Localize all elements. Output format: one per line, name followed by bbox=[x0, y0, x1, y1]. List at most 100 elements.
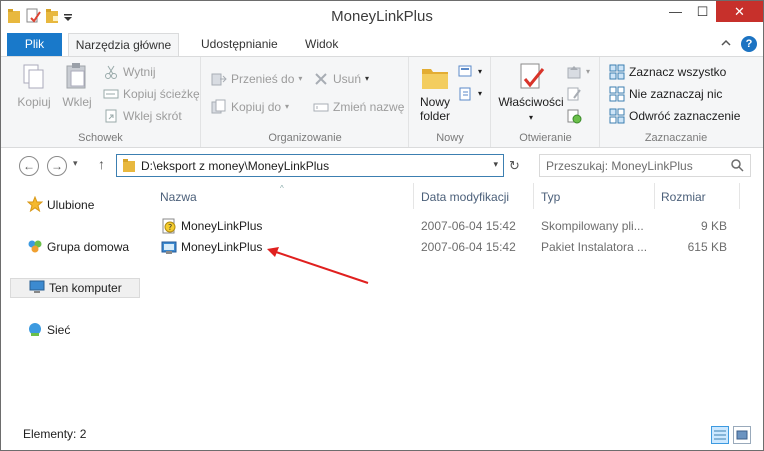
move-to-dropdown-icon: ▾ bbox=[298, 74, 303, 83]
tab-home[interactable]: Narzędzia główne bbox=[68, 33, 179, 56]
copy-to-button[interactable]: Kopiuj do ▾ bbox=[211, 97, 289, 117]
search-placeholder: Przeszukaj: MoneyLinkPlus bbox=[546, 159, 693, 173]
group-new: Nowy folder ▾ ▾ Nowy bbox=[410, 57, 491, 147]
window-title: MoneyLinkPlus bbox=[331, 8, 433, 25]
paste-shortcut-icon bbox=[103, 108, 119, 124]
new-item-button[interactable]: ▾ bbox=[458, 62, 482, 82]
ribbon: Kopiuj Wklej Wytnij Kopiuj ścieżkę Wklej… bbox=[1, 56, 763, 148]
large-icons-view-icon bbox=[736, 430, 748, 440]
group-clipboard: Kopiuj Wklej Wytnij Kopiuj ścieżkę Wklej… bbox=[1, 57, 201, 147]
select-none-icon bbox=[609, 86, 625, 102]
search-input[interactable]: Przeszukaj: MoneyLinkPlus bbox=[539, 154, 751, 177]
expand-ribbon-icon[interactable] bbox=[721, 37, 731, 51]
group-select-label: Zaznaczanie bbox=[644, 132, 708, 144]
nav-item-network[interactable]: Sieć bbox=[9, 320, 139, 340]
annotation-arrow bbox=[267, 247, 369, 284]
close-button[interactable]: ✕ bbox=[716, 1, 763, 22]
details-view-icon bbox=[714, 430, 726, 440]
navigation-pane: Ulubione Grupa domowa Ten komputer Sieć bbox=[1, 183, 141, 423]
explorer-window: MoneyLinkPlus — ☐ ✕ Plik Narzędzia główn… bbox=[0, 0, 764, 451]
group-open-label: Otwieranie bbox=[519, 132, 572, 144]
select-all-button[interactable]: Zaznacz wszystko bbox=[609, 62, 726, 82]
copy-path-label: Kopiuj ścieżkę bbox=[123, 87, 200, 101]
easy-access-button[interactable]: ▾ bbox=[458, 84, 482, 104]
address-path: D:\eksport z money\MoneyLinkPlus bbox=[141, 159, 330, 173]
back-button[interactable]: ← bbox=[19, 156, 39, 176]
delete-label: Usuń bbox=[333, 72, 362, 86]
homegroup-icon bbox=[27, 238, 43, 257]
group-select: Zaznacz wszystko Nie zaznaczaj nic Odwró… bbox=[601, 57, 751, 147]
nav-label-favorites: Ulubione bbox=[47, 198, 95, 212]
invert-selection-button[interactable]: Odwróć zaznaczenie bbox=[609, 106, 740, 126]
group-clipboard-label: Schowek bbox=[78, 132, 123, 144]
group-organize-label: Organizowanie bbox=[268, 132, 342, 144]
copy-icon bbox=[18, 61, 50, 93]
copy-to-label: Kopiuj do bbox=[231, 100, 282, 114]
history-button[interactable] bbox=[566, 106, 582, 126]
tab-share[interactable]: Udostępnianie bbox=[189, 33, 290, 56]
new-folder-label-line1: Nowy bbox=[419, 95, 450, 109]
rename-label: Zmień nazwę bbox=[333, 100, 405, 114]
edit-icon bbox=[566, 86, 582, 102]
delete-button[interactable]: Usuń ▾ bbox=[313, 69, 369, 89]
paste-label: Wklej bbox=[62, 95, 92, 109]
group-organize: Przenieś do ▾ Kopiuj do ▾ Usuń ▾ Zmień n… bbox=[202, 57, 409, 147]
forward-arrow-icon: → bbox=[51, 159, 63, 173]
refresh-icon[interactable]: ↻ bbox=[509, 158, 520, 174]
properties-large-icon bbox=[515, 61, 547, 93]
nav-label-homegroup: Grupa domowa bbox=[47, 240, 130, 254]
ribbon-tabs: Plik Narzędzia główne Udostępnianie Wido… bbox=[1, 33, 763, 56]
nav-label-network: Sieć bbox=[47, 323, 71, 337]
move-to-button[interactable]: Przenieś do ▾ bbox=[211, 69, 302, 89]
back-arrow-icon: ← bbox=[23, 159, 35, 173]
paste-icon bbox=[61, 61, 93, 93]
nav-item-this-pc[interactable]: Ten komputer bbox=[10, 278, 140, 298]
maximize-button[interactable]: ☐ bbox=[689, 1, 716, 22]
copy-button[interactable]: Kopiuj bbox=[13, 61, 55, 109]
forward-button[interactable]: → bbox=[47, 156, 67, 176]
open-button[interactable]: ▾ bbox=[566, 62, 590, 82]
rename-button[interactable]: Zmień nazwę bbox=[313, 97, 404, 117]
select-all-icon bbox=[609, 64, 625, 80]
nav-item-favorites[interactable]: Ulubione bbox=[9, 195, 139, 215]
copy-path-button[interactable]: Kopiuj ścieżkę bbox=[103, 84, 200, 104]
help-icon[interactable]: ? bbox=[741, 36, 757, 52]
select-none-button[interactable]: Nie zaznaczaj nic bbox=[609, 84, 722, 104]
file-list: ^ Nazwa Data modyfikacji Typ Rozmiar ? M… bbox=[145, 183, 761, 423]
open-icon bbox=[566, 64, 582, 80]
cut-button[interactable]: Wytnij bbox=[103, 62, 156, 82]
easy-access-dropdown-icon: ▾ bbox=[478, 89, 483, 98]
move-to-label: Przenieś do bbox=[231, 72, 295, 86]
nav-item-homegroup[interactable]: Grupa domowa bbox=[9, 237, 139, 257]
history-icon bbox=[566, 108, 582, 124]
details-view-button[interactable] bbox=[711, 426, 729, 444]
new-folder-button[interactable]: Nowy folder bbox=[416, 61, 454, 123]
invert-selection-icon bbox=[609, 108, 625, 124]
copy-path-icon bbox=[103, 86, 119, 102]
nav-label-this-pc: Ten komputer bbox=[49, 281, 122, 295]
star-icon bbox=[26, 195, 44, 215]
minimize-button[interactable]: — bbox=[662, 1, 689, 22]
properties-dropdown-icon: ▾ bbox=[528, 113, 533, 122]
recent-locations-icon[interactable]: ▾ bbox=[73, 158, 78, 169]
properties-label: Właściwości bbox=[498, 95, 564, 109]
tab-file[interactable]: Plik bbox=[7, 33, 62, 56]
group-new-label: Nowy bbox=[436, 132, 464, 144]
ribbon-help-area: ? bbox=[721, 36, 757, 52]
edit-button[interactable] bbox=[566, 84, 582, 104]
paste-button[interactable]: Wklej bbox=[57, 61, 97, 109]
large-icons-view-button[interactable] bbox=[733, 426, 751, 444]
paste-shortcut-button[interactable]: Wklej skrót bbox=[103, 106, 182, 126]
computer-icon bbox=[29, 279, 45, 298]
new-item-dropdown-icon: ▾ bbox=[478, 67, 483, 76]
address-bar[interactable]: D:\eksport z money\MoneyLinkPlus ▾ bbox=[116, 154, 504, 177]
folder-path-icon bbox=[122, 158, 136, 177]
properties-button[interactable]: Właściwości ▾ bbox=[498, 61, 564, 123]
address-dropdown-icon[interactable]: ▾ bbox=[493, 159, 498, 170]
rename-icon bbox=[313, 99, 329, 115]
up-arrow-icon[interactable]: ↑ bbox=[98, 156, 105, 172]
select-none-label: Nie zaznaczaj nic bbox=[629, 87, 723, 101]
select-all-label: Zaznacz wszystko bbox=[629, 65, 727, 79]
tab-view[interactable]: Widok bbox=[293, 33, 350, 56]
copy-to-dropdown-icon: ▾ bbox=[285, 102, 290, 111]
